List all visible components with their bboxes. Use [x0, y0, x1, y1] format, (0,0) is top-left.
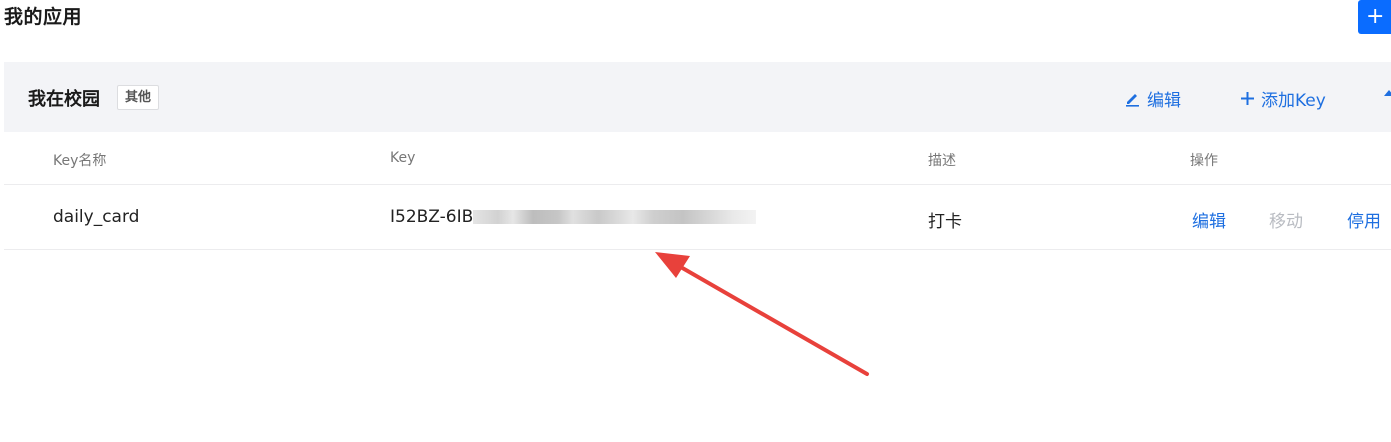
move-key-link[interactable]: 移动 — [1269, 207, 1303, 232]
description-cell: 打卡 — [928, 212, 962, 232]
plus-icon: + — [1366, 4, 1385, 29]
key-value-cell: I52BZ-6IB — [390, 207, 757, 227]
app-management-page: 我的应用 + 我在校园 其他 编辑 添加Key Key名称 Key 描述 操作 — [0, 0, 1391, 442]
column-header-key-name: Key名称 — [53, 153, 107, 169]
edit-app-label: 编辑 — [1147, 91, 1181, 111]
page-title: 我的应用 — [4, 6, 83, 28]
column-header-description: 描述 — [928, 153, 956, 169]
key-value-visible: I52BZ-6IB — [390, 207, 474, 227]
add-key-button[interactable]: 添加Key — [1240, 86, 1326, 111]
table-header: Key名称 Key 描述 操作 — [4, 132, 1391, 185]
collapse-icon[interactable] — [1384, 90, 1391, 96]
key-name-cell: daily_card — [53, 207, 140, 227]
create-app-button[interactable]: + — [1358, 0, 1391, 34]
add-key-label: 添加Key — [1261, 91, 1326, 111]
app-category-tag: 其他 — [117, 85, 160, 110]
redacted-key-mask — [473, 210, 757, 224]
table-row: daily_card I52BZ-6IB 打卡 编辑 移动 停用 — [4, 185, 1391, 250]
column-header-key: Key — [390, 150, 416, 166]
column-header-actions: 操作 — [1190, 153, 1218, 169]
plus-icon — [1241, 92, 1254, 105]
disable-key-link[interactable]: 停用 — [1347, 207, 1381, 232]
edit-app-button[interactable]: 编辑 — [1124, 86, 1181, 111]
pencil-icon — [1126, 94, 1139, 107]
app-name: 我在校园 — [28, 89, 100, 110]
app-card-header: 我在校园 其他 编辑 添加Key — [4, 62, 1391, 132]
edit-key-link[interactable]: 编辑 — [1192, 207, 1226, 232]
